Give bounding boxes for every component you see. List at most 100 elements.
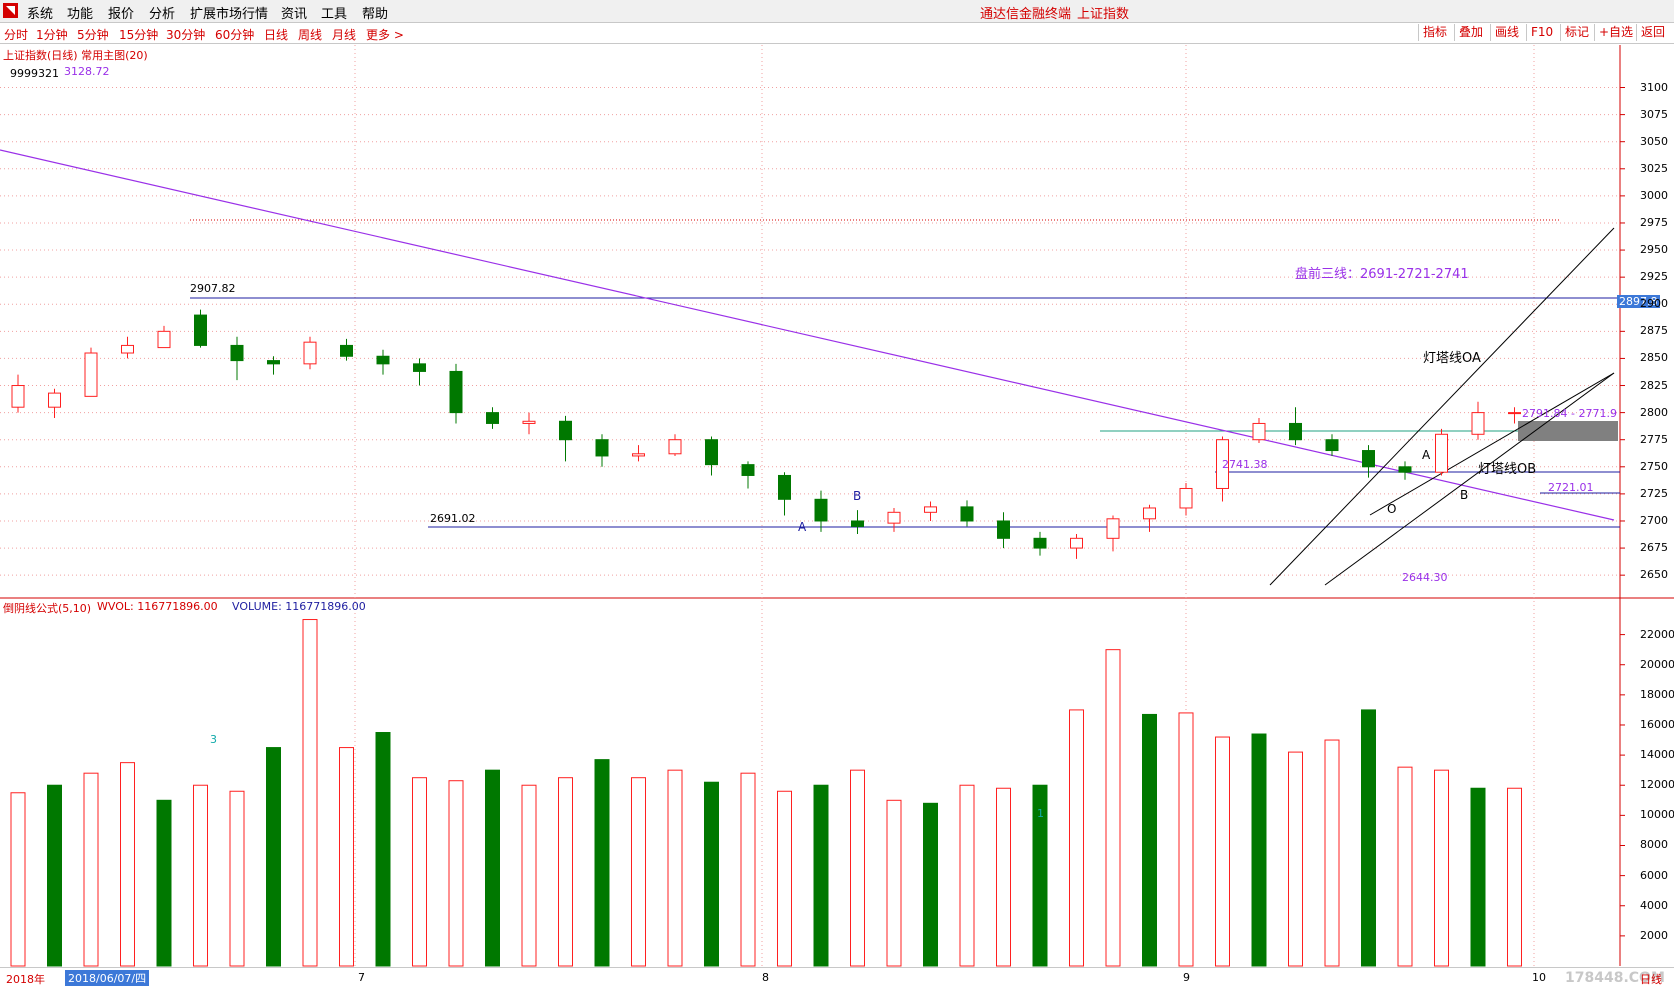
lighthouse-line-ob-lower — [1324, 372, 1615, 586]
volume-bar — [631, 777, 646, 967]
candle-body — [778, 474, 791, 500]
candle-body — [194, 314, 207, 346]
vol-tick-label: 6000 — [1640, 868, 1668, 882]
lighthouse-ob: 灯塔线OB — [1478, 462, 1537, 477]
y-tick-label: 2950 — [1640, 243, 1668, 257]
candle-body — [121, 344, 134, 354]
candle-body — [1033, 537, 1047, 549]
candle-body — [559, 420, 572, 441]
volume-bar — [156, 799, 172, 967]
wvol-label: WVOL: 116771896.00 — [97, 600, 218, 613]
kline-chart[interactable] — [0, 0, 1674, 987]
candle-body — [1362, 450, 1375, 468]
volume-bar — [704, 781, 719, 967]
volume-label: VOLUME: 116771896.00 — [232, 600, 366, 613]
candle-body — [851, 520, 864, 527]
volume-bar — [1507, 787, 1522, 967]
volume-marker-1: 1 — [1037, 807, 1044, 820]
trend-lines — [0, 149, 1620, 586]
y-tick-label: 3050 — [1640, 134, 1668, 148]
month-9: 9 — [1183, 971, 1190, 984]
vol-tick-label: 2000 — [1640, 928, 1668, 942]
volume-bar — [1069, 709, 1084, 967]
volume-bar — [1361, 709, 1376, 967]
y-tick-label: 3100 — [1640, 80, 1668, 94]
y-tick-label: 3025 — [1640, 161, 1668, 175]
point-b1: B — [853, 489, 862, 503]
candle-body — [1070, 537, 1083, 549]
y-tick-label: 2925 — [1640, 270, 1668, 284]
candle-body — [522, 420, 536, 424]
volume-bar — [850, 769, 865, 967]
candle-body — [1398, 466, 1412, 473]
candle-body — [1325, 439, 1339, 452]
volume-bar — [266, 747, 281, 967]
level-2691-label: 2691.02 — [430, 512, 476, 525]
vol-tick-label: 14000 — [1640, 748, 1674, 762]
y-tick-label: 3000 — [1640, 188, 1668, 202]
vol-tick-label: 10000 — [1640, 808, 1674, 822]
level-2907-label: 2907.82 — [190, 282, 236, 295]
candle-body — [486, 412, 499, 424]
volume-bar — [558, 777, 573, 967]
volume-bar — [1142, 713, 1157, 967]
y-tick-label: 3075 — [1640, 107, 1668, 121]
y-tick-label: 2825 — [1640, 378, 1668, 392]
volume-bar — [1288, 751, 1303, 967]
volume-title: 倒阴线公式(5,10) — [3, 602, 92, 615]
premarket-lines: 盘前三线：2691-2721-2741 — [1295, 267, 1469, 282]
chart-grid — [0, 45, 1674, 966]
candle-body — [1289, 422, 1302, 441]
point-o: O — [1387, 502, 1397, 516]
y-tick-label: 2675 — [1640, 541, 1668, 555]
lighthouse-oa: 灯塔线OA — [1423, 351, 1481, 366]
year-label: 2018年 — [6, 973, 45, 986]
candle-body — [340, 344, 353, 357]
resistance-band — [1518, 421, 1618, 441]
volume-bar — [375, 732, 391, 967]
y-tick-label: 2650 — [1640, 568, 1668, 582]
candle-body — [267, 360, 280, 365]
candle-body — [230, 344, 244, 362]
y-tick-label: 2975 — [1640, 215, 1668, 229]
volume-bar — [302, 619, 318, 967]
vol-tick-label: 8000 — [1640, 838, 1668, 852]
volume-bar — [1215, 736, 1230, 967]
candle-body — [48, 392, 61, 408]
volume-bar — [521, 784, 537, 967]
candle-body — [11, 385, 25, 408]
candle-body — [595, 439, 609, 457]
date-axis: 2018年 2018/06/07/四 7 8 9 10 178448.COM 日… — [0, 967, 1674, 988]
y-tick-label: 2775 — [1640, 432, 1668, 446]
point-a1: A — [798, 520, 807, 534]
candle-body — [84, 352, 98, 397]
y-tick-label: 2875 — [1640, 324, 1668, 338]
volume-bar — [1105, 649, 1121, 967]
candle-body — [1143, 507, 1156, 520]
vol-tick-label: 18000 — [1640, 687, 1674, 701]
volume-bar — [813, 784, 829, 967]
level-2741-label: 2741.38 — [1222, 458, 1268, 471]
volume-bar — [923, 802, 938, 967]
volume-bar — [229, 790, 245, 967]
candle-body — [924, 506, 937, 513]
candle-body — [376, 355, 390, 365]
vol-tick-label: 22000 — [1640, 627, 1674, 641]
candle-body — [1252, 422, 1266, 441]
candle-body — [705, 439, 718, 466]
y-tick-label: 2725 — [1640, 486, 1668, 500]
high-marker: 3128.72 — [64, 65, 110, 78]
volume-bar — [594, 759, 610, 967]
volume-bar — [47, 784, 62, 967]
point-a2: A — [1422, 448, 1431, 462]
volume-bar — [120, 762, 135, 967]
candle-body — [887, 511, 901, 524]
volume-bar — [996, 787, 1011, 967]
y-tick-label: 2900 — [1640, 297, 1668, 311]
y-tick-label: 2800 — [1640, 405, 1668, 419]
volume-bar — [485, 769, 500, 967]
candle-body — [449, 370, 463, 414]
volume-bar — [83, 772, 99, 967]
candle-body — [1435, 433, 1448, 473]
candle-body — [303, 341, 317, 365]
